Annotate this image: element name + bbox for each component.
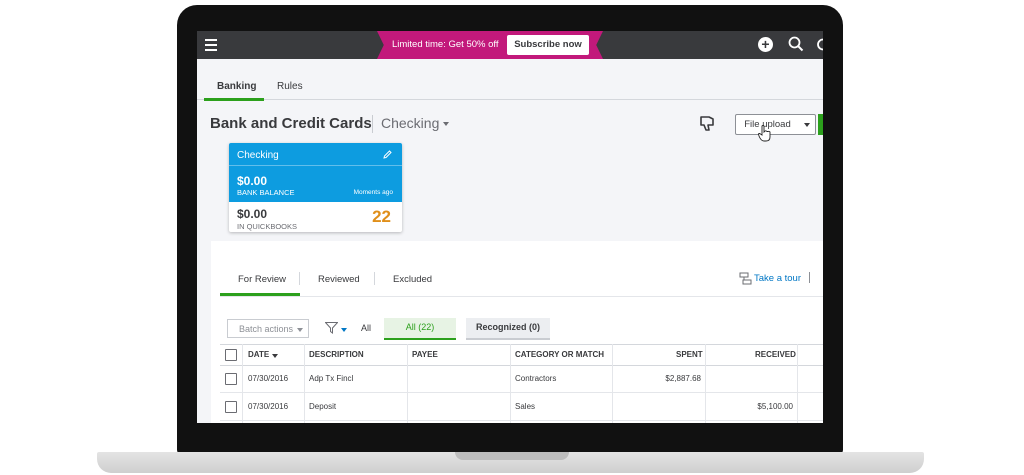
gear-icon[interactable] [814, 37, 823, 52]
column-header-category[interactable]: CATEGORY OR MATCH [515, 350, 604, 359]
all-transactions-pill[interactable]: All (22) [384, 318, 456, 340]
recognized-pill[interactable]: Recognized (0) [466, 318, 550, 340]
active-tab-indicator [204, 98, 264, 101]
filter-chevron-icon[interactable] [341, 328, 347, 332]
chevron-down-icon [297, 328, 303, 332]
updated-time: Moments ago [353, 189, 393, 196]
quickbooks-balance-amount: $0.00 [237, 207, 268, 221]
row-category[interactable]: Contractors [515, 374, 556, 383]
page-title: Bank and Credit Cards [210, 115, 372, 132]
card-header: Checking $0.00 BANK BALANCE Moments ago [229, 143, 402, 202]
row-description: Adp Tx Fincl [309, 374, 354, 383]
tab-divider [374, 272, 375, 285]
quickbooks-balance-label: IN QUICKBOOKS [237, 222, 298, 231]
search-icon[interactable] [788, 36, 804, 52]
select-all-checkbox[interactable] [225, 349, 237, 361]
row-checkbox[interactable] [225, 373, 237, 385]
column-header-received[interactable]: RECEIVED [755, 350, 796, 359]
hand-cursor-icon [758, 125, 771, 142]
sort-down-icon[interactable] [272, 354, 278, 358]
pencil-icon[interactable] [383, 150, 392, 159]
all-filter-label: All [361, 323, 372, 333]
subtabs-baseline [220, 296, 823, 297]
column-header-date[interactable]: DATE [248, 350, 269, 359]
card-account-name: Checking [237, 150, 279, 161]
column-header-spent[interactable]: SPENT [676, 350, 703, 359]
title-divider [372, 115, 373, 133]
tab-divider [299, 272, 300, 285]
filter-icon[interactable] [325, 322, 338, 334]
row-received: $5,100.00 [757, 402, 793, 411]
row-spent: $2,887.68 [665, 374, 701, 383]
batch-actions-button[interactable]: Batch actions [227, 319, 309, 338]
plus-icon[interactable]: + [758, 37, 773, 52]
table-header: DATE DESCRIPTION PAYEE CATEGORY OR MATCH… [220, 344, 823, 366]
main-tabs: Banking Rules [197, 59, 823, 101]
bank-balance-amount: $0.00 [237, 174, 268, 188]
tab-reviewed[interactable]: Reviewed [318, 274, 360, 285]
column-header-description[interactable]: DESCRIPTION [309, 350, 364, 359]
app-screen: Limited time: Get 50% off Subscribe now … [197, 31, 823, 423]
pending-count: 22 [372, 207, 391, 226]
column-header-payee[interactable]: PAYEE [412, 350, 438, 359]
tab-excluded[interactable]: Excluded [393, 274, 432, 285]
top-bar: Limited time: Get 50% off Subscribe now … [197, 31, 823, 59]
row-date: 07/30/2016 [248, 402, 289, 411]
thumbs-down-icon[interactable] [699, 114, 717, 132]
card-divider [229, 165, 402, 166]
primary-action-edge[interactable] [818, 114, 823, 135]
row-category[interactable]: Sales [515, 402, 535, 411]
tab-banking[interactable]: Banking [217, 81, 256, 92]
batch-actions-label: Batch actions [239, 324, 294, 334]
laptop-notch [455, 452, 569, 460]
row-description: Deposit [309, 402, 337, 411]
table-row[interactable]: 07/30/2016 Deposit Sales $5,100.00 [220, 393, 823, 421]
chevron-down-icon[interactable] [443, 122, 449, 126]
promo-banner: Limited time: Get 50% off Subscribe now [377, 31, 603, 59]
row-date: 07/30/2016 [248, 374, 289, 383]
menu-icon[interactable] [205, 39, 217, 51]
account-selector[interactable]: Checking [381, 115, 439, 131]
tab-for-review[interactable]: For Review [238, 274, 286, 285]
tab-rules[interactable]: Rules [277, 81, 303, 92]
transactions-panel: For Review Reviewed Excluded Take a tour… [211, 241, 823, 423]
file-upload-dropdown[interactable] [799, 114, 816, 135]
row-checkbox[interactable] [225, 401, 237, 413]
promo-text: Limited time: Get 50% off [392, 39, 499, 50]
tour-icon[interactable] [739, 272, 752, 285]
bank-balance-label: BANK BALANCE [237, 188, 295, 197]
subscribe-button[interactable]: Subscribe now [507, 35, 589, 55]
take-a-tour-link[interactable]: Take a tour [754, 273, 801, 284]
toolbar-divider [809, 272, 810, 283]
table-row[interactable]: 07/30/2016 Adp Tx Fincl Contractors $2,8… [220, 365, 823, 393]
account-card[interactable]: Checking $0.00 BANK BALANCE Moments ago … [229, 143, 402, 232]
